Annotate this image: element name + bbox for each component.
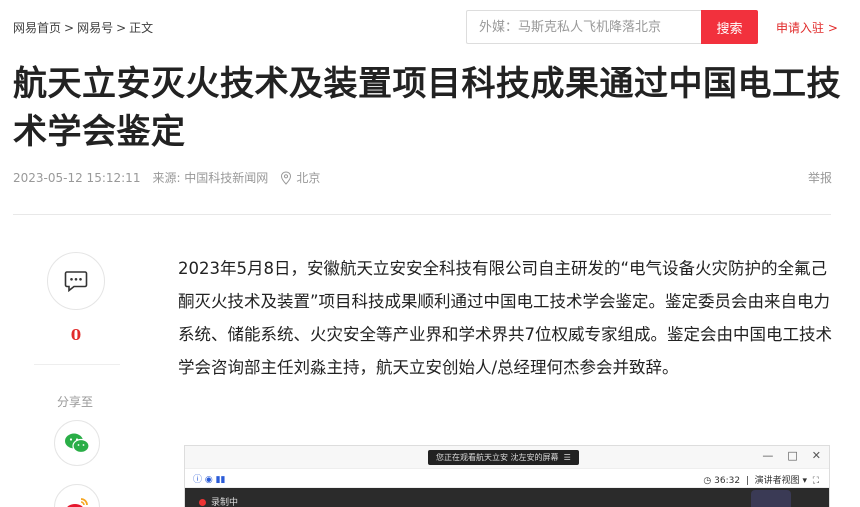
breadcrumb-sep: > [64,21,75,35]
status-icons: ⓘ ◉ ▮▮ [193,475,226,485]
share-label: 分享至 [57,395,94,409]
article-sidebar: 0 [34,252,120,365]
meeting-timer: 36:32 [714,476,741,486]
article-title: 航天立安灭火技术及装置项目科技成果通过中国电工技术学会鉴定 [13,64,841,152]
search-button[interactable]: 搜索 [701,10,758,44]
search-bar: 搜索 [466,10,758,44]
comment-icon [64,271,88,292]
breadcrumb-section[interactable]: 网易号 [77,21,113,35]
article-meta: 2023-05-12 15:12:11 来源: 中国科技新闻网 北京 [13,169,332,186]
sidebar-divider [34,364,120,365]
location-pin-icon [281,170,292,185]
article-location: 北京 [296,171,321,185]
comment-count[interactable]: 0 [44,326,108,344]
image-content: 录制中 [185,488,829,507]
apply-link[interactable]: 申请入驻 > [776,19,838,36]
screen-share-banner: 您正在观看航天立安 沈左安的屏幕 ☰ [428,450,579,465]
clock-icon: ◷ [703,476,712,486]
weibo-icon [67,498,88,507]
window-controls: — □ ✕ [748,449,821,462]
participant-thumbnail [751,490,791,507]
close-icon: ✕ [811,449,821,462]
article-paragraph: 2023年5月8日，安徽航天立安安全科技有限公司自主研发的“电气设备火灾防护的全… [178,259,832,377]
search-input[interactable] [466,10,701,44]
speaker-view-label: 演讲者视图 ▾ [754,476,807,486]
image-titlebar: 您正在观看航天立安 沈左安的屏幕 ☰ — □ ✕ [185,446,829,468]
minimize-icon: — [762,449,774,462]
publish-date: 2023-05-12 15:12:11 [13,170,141,185]
share-wechat-button[interactable] [54,420,100,466]
share-weibo-button[interactable] [54,484,100,507]
image-toolbar: ⓘ ◉ ▮▮ ◷ 36:32 | 演讲者视图 ▾ ⛶ [185,468,829,488]
recording-indicator: 录制中 [199,495,238,507]
breadcrumb-sep: > [116,21,127,35]
screen-share-banner-text: 您正在观看航天立安 沈左安的屏幕 [436,453,559,462]
breadcrumb: 网易首页 > 网易号 > 正文 [13,19,153,36]
meeting-status: ◷ 36:32 | 演讲者视图 ▾ ⛶ [703,476,819,486]
wechat-icon [65,433,90,454]
breadcrumb-current: 正文 [129,21,154,35]
article-image: 您正在观看航天立安 沈左安的屏幕 ☰ — □ ✕ ⓘ ◉ ▮▮ ◷ 36:32 | … [184,445,830,507]
breadcrumb-home[interactable]: 网易首页 [13,21,61,35]
report-link[interactable]: 举报 [808,169,832,186]
maximize-icon: □ [787,449,798,462]
comment-button[interactable] [47,252,105,310]
divider [13,214,831,215]
article-source: 来源: 中国科技新闻网 [152,171,269,185]
screen-share-menu-icon: ☰ [563,453,571,462]
